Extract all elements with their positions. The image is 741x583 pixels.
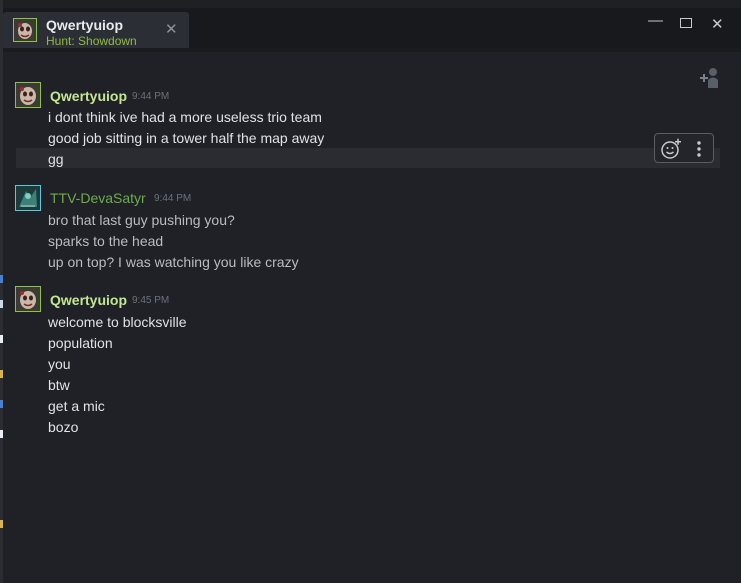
close-tab-icon[interactable]: ✕ bbox=[165, 20, 178, 38]
message-line: population bbox=[48, 335, 113, 351]
minimize-icon[interactable]: — bbox=[648, 12, 663, 29]
message-line: get a mic bbox=[48, 398, 105, 414]
message-line: welcome to blocksville bbox=[48, 314, 187, 330]
sender-name[interactable]: TTV-DevaSatyr bbox=[50, 190, 146, 206]
tab-friend-name: Qwertyuiop bbox=[46, 17, 124, 33]
message-line: you bbox=[48, 356, 71, 372]
close-icon[interactable]: ✕ bbox=[711, 15, 724, 33]
title-bar: Qwertyuiop Hunt: Showdown ✕ — ✕ bbox=[3, 8, 741, 48]
kebab-menu-icon[interactable] bbox=[693, 138, 705, 160]
message-line: bro that last guy pushing you? bbox=[48, 212, 235, 228]
timestamp: 9:44 PM bbox=[132, 91, 170, 102]
sender-name[interactable]: Qwertyuiop bbox=[50, 292, 127, 308]
timestamp: 9:44 PM bbox=[154, 193, 192, 204]
avatar[interactable] bbox=[15, 185, 41, 211]
divider bbox=[3, 48, 741, 52]
chat-tab[interactable]: Qwertyuiop Hunt: Showdown ✕ bbox=[3, 12, 189, 48]
message-actions bbox=[654, 133, 714, 163]
message-line: btw bbox=[48, 377, 70, 393]
message-list[interactable]: Qwertyuiop 9:44 PM i dont think ive had … bbox=[3, 48, 741, 583]
sender-name[interactable]: Qwertyuiop bbox=[50, 88, 127, 104]
chat-window: Qwertyuiop Hunt: Showdown ✕ — ✕ Qwertyui… bbox=[3, 8, 741, 583]
emoji-add-icon[interactable] bbox=[660, 138, 682, 160]
hovered-message-row[interactable] bbox=[16, 148, 720, 168]
message-line: up on top? I was watching you like crazy bbox=[48, 254, 299, 270]
avatar bbox=[13, 18, 37, 42]
message-line: bozo bbox=[48, 419, 79, 435]
message-line: gg bbox=[48, 151, 64, 167]
message-line: i dont think ive had a more useless trio… bbox=[48, 109, 322, 125]
tab-game-status: Hunt: Showdown bbox=[46, 34, 137, 48]
timestamp: 9:45 PM bbox=[132, 295, 170, 306]
avatar[interactable] bbox=[15, 82, 41, 108]
maximize-icon[interactable] bbox=[680, 18, 692, 28]
add-person-icon[interactable] bbox=[697, 64, 725, 92]
message-line: good job sitting in a tower half the map… bbox=[48, 130, 325, 146]
avatar[interactable] bbox=[15, 286, 41, 312]
message-line: sparks to the head bbox=[48, 233, 164, 249]
